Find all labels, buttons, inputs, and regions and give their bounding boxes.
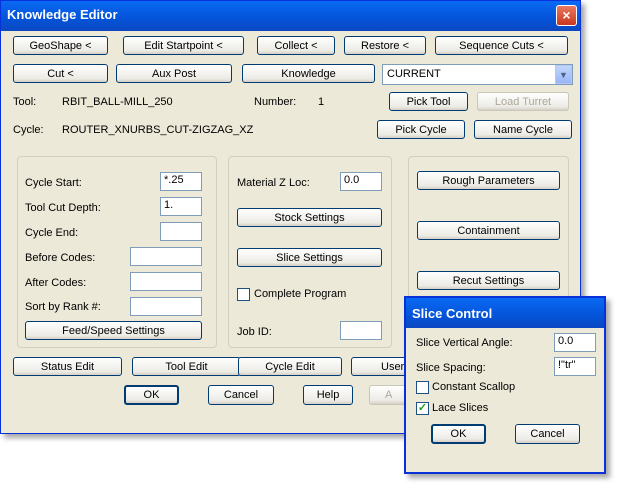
- feed-speed-settings-button[interactable]: Feed/Speed Settings: [25, 321, 202, 340]
- sequence-cuts-button[interactable]: Sequence Cuts <: [435, 36, 568, 55]
- cycle-start-label: Cycle Start:: [25, 177, 82, 189]
- sort-by-rank-field[interactable]: [130, 297, 202, 316]
- close-icon: ×: [562, 7, 571, 23]
- after-codes-field[interactable]: [130, 272, 202, 291]
- collect-button[interactable]: Collect <: [257, 36, 335, 55]
- slice-spacing-field[interactable]: !"tr": [554, 357, 596, 376]
- tool-cut-depth-label: Tool Cut Depth:: [25, 202, 101, 214]
- cycle-label: Cycle:: [13, 124, 44, 136]
- cycle-value: ROUTER_XNURBS_CUT-ZIGZAG_XZ: [62, 124, 254, 136]
- sort-by-rank-label: Sort by Rank #:: [25, 301, 101, 313]
- close-button[interactable]: ×: [556, 5, 577, 26]
- constant-scallop-label: Constant Scallop: [432, 381, 516, 393]
- complete-program-checkbox[interactable]: [237, 288, 250, 301]
- slice-control-title: Slice Control: [412, 306, 493, 321]
- status-edit-button[interactable]: Status Edit: [13, 357, 122, 376]
- pick-cycle-button[interactable]: Pick Cycle: [377, 120, 465, 139]
- slice-settings-button[interactable]: Slice Settings: [237, 248, 382, 267]
- complete-program-label: Complete Program: [254, 288, 347, 300]
- recut-settings-button[interactable]: Recut Settings: [417, 271, 560, 290]
- tool-edit-button[interactable]: Tool Edit: [132, 357, 241, 376]
- before-codes-label: Before Codes:: [25, 252, 96, 264]
- number-value: 1: [318, 96, 325, 108]
- tool-cut-depth-field[interactable]: 1.: [160, 197, 202, 216]
- lace-slices-label: Lace Slices: [432, 402, 489, 414]
- cycle-end-label: Cycle End:: [25, 227, 79, 239]
- slice-control-dialog: Slice Control Slice Vertical Angle: 0.0 …: [404, 296, 606, 474]
- lace-slices-checkbox[interactable]: ✓: [416, 402, 429, 415]
- material-z-loc-label: Material Z Loc:: [237, 177, 310, 189]
- cycle-start-field[interactable]: *.25: [160, 172, 202, 191]
- window-title: Knowledge Editor: [7, 7, 118, 22]
- ok-button[interactable]: OK: [124, 385, 179, 405]
- help-button[interactable]: Help: [303, 385, 353, 405]
- before-codes-field[interactable]: [130, 247, 202, 266]
- job-id-label: Job ID:: [237, 326, 272, 338]
- slice-control-title-bar[interactable]: Slice Control: [406, 298, 604, 328]
- slice-ok-button[interactable]: OK: [431, 424, 486, 444]
- constant-scallop-checkbox[interactable]: [416, 381, 429, 394]
- chevron-down-icon[interactable]: ▼: [555, 65, 572, 84]
- load-turret-button[interactable]: Load Turret: [477, 92, 569, 111]
- dropdown-value: CURRENT: [387, 68, 441, 80]
- cycle-edit-button[interactable]: Cycle Edit: [238, 357, 342, 376]
- containment-button[interactable]: Containment: [417, 221, 560, 240]
- tool-value: RBIT_BALL-MILL_250: [62, 96, 173, 108]
- slice-vertical-angle-label: Slice Vertical Angle:: [416, 337, 513, 349]
- stock-settings-button[interactable]: Stock Settings: [237, 208, 382, 227]
- rough-parameters-button[interactable]: Rough Parameters: [417, 171, 560, 190]
- name-cycle-button[interactable]: Name Cycle: [474, 120, 572, 139]
- checkmark-icon: ✓: [417, 402, 428, 414]
- job-id-field[interactable]: [340, 321, 382, 340]
- cancel-button[interactable]: Cancel: [208, 385, 274, 405]
- edit-startpoint-button[interactable]: Edit Startpoint <: [123, 36, 244, 55]
- cut-button[interactable]: Cut <: [13, 64, 108, 83]
- aux-post-button[interactable]: Aux Post: [116, 64, 232, 83]
- tool-label: Tool:: [13, 96, 37, 108]
- knowledge-button[interactable]: Knowledge: [242, 64, 375, 83]
- restore-button[interactable]: Restore <: [344, 36, 426, 55]
- after-codes-label: After Codes:: [25, 277, 87, 289]
- title-bar[interactable]: Knowledge Editor ×: [1, 1, 580, 31]
- pick-tool-button[interactable]: Pick Tool: [389, 92, 468, 111]
- cycle-end-field[interactable]: [160, 222, 202, 241]
- slice-spacing-label: Slice Spacing:: [416, 362, 486, 374]
- number-label: Number:: [254, 96, 297, 108]
- slice-vertical-angle-field[interactable]: 0.0: [554, 333, 596, 352]
- geoshape-button[interactable]: GeoShape <: [13, 36, 108, 55]
- slice-cancel-button[interactable]: Cancel: [515, 424, 580, 444]
- material-z-loc-field[interactable]: 0.0: [340, 172, 382, 191]
- knowledge-dropdown[interactable]: CURRENT ▼: [382, 64, 573, 85]
